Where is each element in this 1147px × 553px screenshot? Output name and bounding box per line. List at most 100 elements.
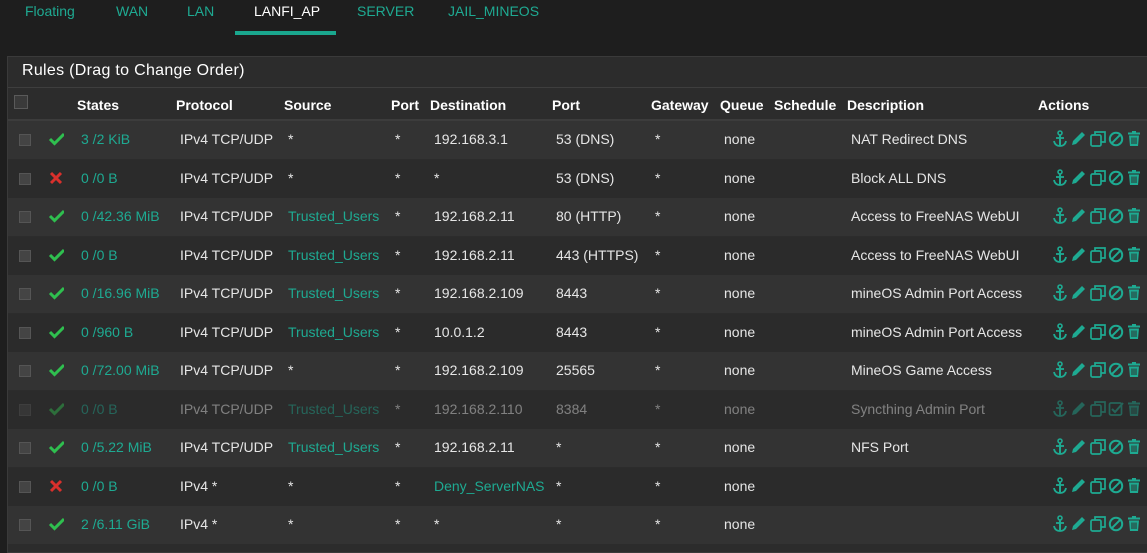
rule-states[interactable]: 0 /0 B	[81, 401, 118, 417]
rule-states[interactable]: 2 /6.11 GiB	[81, 516, 150, 532]
rule-source[interactable]: Trusted_Users	[288, 285, 379, 301]
rule-source[interactable]: Trusted_Users	[288, 247, 379, 263]
row-checkbox[interactable]	[19, 211, 31, 223]
trash-icon[interactable]	[1126, 207, 1142, 225]
trash-icon[interactable]	[1126, 323, 1142, 341]
table-row[interactable]: 2 /6.11 GiB IPv4 * * * * * * none	[8, 506, 1147, 544]
table-row[interactable]: 0 /72.00 MiB IPv4 TCP/UDP * * 192.168.2.109 2…	[8, 352, 1147, 390]
rule-states[interactable]: 0 /5.22 MiB	[81, 439, 152, 455]
trash-icon[interactable]	[1126, 477, 1142, 495]
rule-states[interactable]: 0 /960 B	[81, 324, 133, 340]
copy-icon[interactable]	[1090, 438, 1106, 456]
col-source-port[interactable]: Port	[391, 97, 419, 113]
enable-icon[interactable]	[1108, 400, 1124, 418]
col-source[interactable]: Source	[284, 97, 331, 113]
copy-icon[interactable]	[1090, 130, 1106, 148]
tab-lanfi-ap[interactable]: LANFI_AP	[254, 2, 320, 24]
copy-icon[interactable]	[1090, 400, 1106, 418]
col-dest-port[interactable]: Port	[552, 97, 580, 113]
pencil-icon[interactable]	[1070, 400, 1086, 418]
col-gateway[interactable]: Gateway	[651, 97, 709, 113]
rule-source[interactable]: Trusted_Users	[288, 401, 379, 417]
anchor-icon[interactable]	[1052, 438, 1068, 456]
disable-icon[interactable]	[1108, 169, 1124, 187]
pencil-icon[interactable]	[1070, 361, 1086, 379]
select-all-checkbox[interactable]	[14, 95, 28, 109]
disable-icon[interactable]	[1108, 130, 1124, 148]
pencil-icon[interactable]	[1070, 284, 1086, 302]
rule-states[interactable]: 0 /0 B	[81, 478, 118, 494]
pencil-icon[interactable]	[1070, 515, 1086, 533]
anchor-icon[interactable]	[1052, 515, 1068, 533]
row-checkbox[interactable]	[19, 249, 31, 262]
anchor-icon[interactable]	[1052, 284, 1068, 302]
trash-icon[interactable]	[1126, 400, 1142, 418]
trash-icon[interactable]	[1126, 361, 1142, 379]
col-states[interactable]: States	[77, 97, 119, 113]
row-checkbox[interactable]	[19, 326, 31, 339]
pencil-icon[interactable]	[1070, 207, 1086, 225]
trash-icon[interactable]	[1126, 169, 1142, 187]
disable-icon[interactable]	[1108, 515, 1124, 533]
copy-icon[interactable]	[1090, 361, 1106, 379]
copy-icon[interactable]	[1090, 246, 1106, 264]
anchor-icon[interactable]	[1052, 207, 1068, 225]
pencil-icon[interactable]	[1070, 169, 1086, 187]
row-checkbox[interactable]	[19, 365, 31, 377]
anchor-icon[interactable]	[1052, 322, 1068, 341]
anchor-icon[interactable]	[1052, 168, 1068, 187]
trash-icon[interactable]	[1126, 515, 1142, 533]
disable-icon[interactable]	[1108, 207, 1124, 225]
table-row[interactable]: 3 /2 KiB IPv4 TCP/UDP * * 192.168.3.1 53 (DNS…	[8, 121, 1147, 159]
col-destination[interactable]: Destination	[430, 97, 506, 113]
row-checkbox[interactable]	[19, 442, 31, 454]
trash-icon[interactable]	[1126, 246, 1142, 264]
table-row[interactable]: 0 /16.96 MiB IPv4 TCP/UDP Trusted_Users * 19…	[8, 275, 1147, 313]
table-row[interactable]: 0 /5.22 MiB IPv4 TCP/UDP Trusted_Users * 192…	[8, 429, 1147, 467]
copy-icon[interactable]	[1090, 284, 1106, 302]
disable-icon[interactable]	[1108, 246, 1124, 264]
col-queue[interactable]: Queue	[720, 97, 764, 113]
copy-icon[interactable]	[1090, 515, 1106, 533]
tab-floating[interactable]: Floating	[25, 2, 75, 24]
col-schedule[interactable]: Schedule	[774, 97, 836, 113]
anchor-icon[interactable]	[1052, 361, 1068, 379]
row-checkbox[interactable]	[19, 519, 31, 531]
anchor-icon[interactable]	[1052, 245, 1068, 264]
copy-icon[interactable]	[1090, 169, 1106, 187]
rule-states[interactable]: 0 /72.00 MiB	[81, 362, 160, 378]
copy-icon[interactable]	[1090, 323, 1106, 341]
col-protocol[interactable]: Protocol	[176, 97, 233, 113]
rule-states[interactable]: 3 /2 KiB	[81, 131, 130, 147]
rule-source[interactable]: Trusted_Users	[288, 439, 379, 455]
disable-icon[interactable]	[1108, 284, 1124, 302]
pencil-icon[interactable]	[1070, 130, 1086, 148]
col-description[interactable]: Description	[847, 97, 924, 113]
copy-icon[interactable]	[1090, 207, 1106, 225]
tab-jail-mineos[interactable]: JAIL_MINEOS	[448, 2, 539, 24]
trash-icon[interactable]	[1126, 284, 1142, 302]
rule-states[interactable]: 0 /0 B	[81, 247, 118, 263]
disable-icon[interactable]	[1108, 361, 1124, 379]
table-row[interactable]: 0 /960 B IPv4 TCP/UDP Trusted_Users * 10.0.1…	[8, 313, 1147, 352]
tab-lan[interactable]: LAN	[187, 2, 214, 24]
pencil-icon[interactable]	[1070, 323, 1086, 341]
row-checkbox[interactable]	[19, 288, 31, 300]
rule-states[interactable]: 0 /16.96 MiB	[81, 285, 160, 301]
disable-icon[interactable]	[1108, 477, 1124, 495]
table-row[interactable]: 0 /0 B IPv4 * * * Deny_ServerNAS * * none	[8, 467, 1147, 506]
disable-icon[interactable]	[1108, 438, 1124, 456]
trash-icon[interactable]	[1126, 130, 1142, 148]
rule-states[interactable]: 0 /0 B	[81, 170, 118, 186]
rule-source[interactable]: Trusted_Users	[288, 208, 379, 224]
tab-wan[interactable]: WAN	[116, 2, 148, 24]
row-checkbox[interactable]	[19, 172, 31, 185]
anchor-icon[interactable]	[1052, 476, 1068, 495]
row-checkbox[interactable]	[19, 480, 31, 493]
row-checkbox[interactable]	[19, 403, 31, 416]
row-checkbox[interactable]	[19, 134, 31, 146]
pencil-icon[interactable]	[1070, 246, 1086, 264]
anchor-icon[interactable]	[1052, 399, 1068, 418]
tab-server[interactable]: SERVER	[357, 2, 414, 24]
trash-icon[interactable]	[1126, 438, 1142, 456]
